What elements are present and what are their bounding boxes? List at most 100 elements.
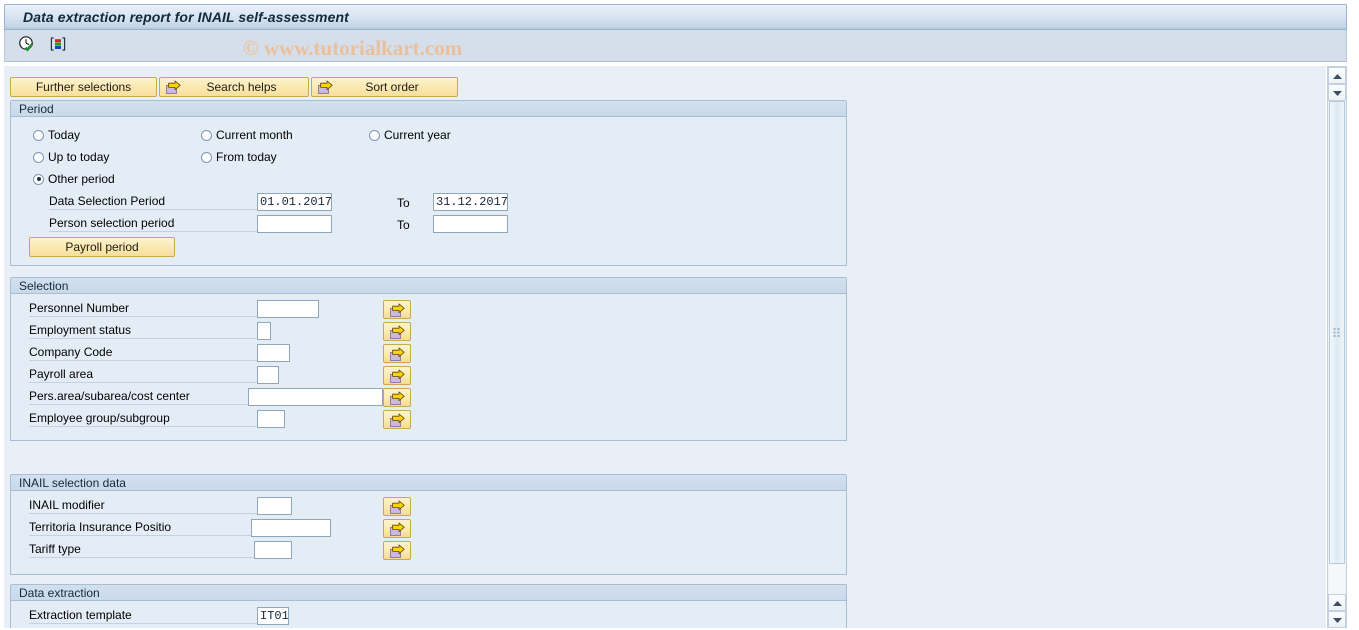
scroll-up-icon bbox=[1332, 596, 1343, 610]
multi-color-bars-icon[interactable] bbox=[49, 35, 67, 56]
radio-button bbox=[201, 151, 212, 163]
personnel-number-multiselect-button[interactable] bbox=[383, 300, 411, 319]
selection-group-header: Selection bbox=[11, 278, 846, 294]
employee-group-subgroup-label: Employee group/subgroup bbox=[29, 410, 257, 427]
pers-area-multiselect-button[interactable] bbox=[383, 388, 411, 407]
scroll-down-button-top[interactable] bbox=[1328, 84, 1346, 101]
extraction-template-input[interactable]: IT01 bbox=[257, 607, 289, 625]
vertical-scrollbar[interactable] bbox=[1327, 66, 1347, 628]
multi-selection-arrow-icon bbox=[166, 80, 181, 94]
radio-label: Current month bbox=[216, 128, 293, 142]
radio-label: Current year bbox=[384, 128, 451, 142]
payroll-area-label: Payroll area bbox=[29, 366, 257, 383]
multi-selection-arrow-icon bbox=[389, 544, 405, 558]
scrollbar-thumb[interactable] bbox=[1329, 101, 1345, 564]
sap-selection-screen: Data extraction report for INAIL self-as… bbox=[0, 0, 1359, 630]
territorial-insurance-position-label: Territoria Insurance Positio bbox=[29, 519, 251, 536]
data-extraction-group-header: Data extraction bbox=[11, 585, 846, 601]
employment-status-multiselect-button[interactable] bbox=[383, 322, 411, 341]
scroll-down-button-bottom[interactable] bbox=[1328, 611, 1346, 628]
person-selection-period-to-input[interactable] bbox=[433, 215, 508, 233]
scroll-up-button-bottom[interactable] bbox=[1328, 594, 1346, 611]
scroll-up-button-top[interactable] bbox=[1328, 67, 1346, 84]
radio-button bbox=[33, 151, 44, 163]
selection-screen-canvas: Further selections Search helps Sort ord… bbox=[4, 66, 1326, 628]
territorial-insurance-position-multiselect-button[interactable] bbox=[383, 519, 411, 538]
person-selection-period-to-label: To bbox=[397, 218, 410, 232]
pers-area-subarea-cost-center-input[interactable] bbox=[248, 388, 383, 406]
sort-order-label: Sort order bbox=[365, 80, 419, 94]
employee-group-multiselect-button[interactable] bbox=[383, 410, 411, 429]
data-extraction-group: Data extraction Extraction template IT01 bbox=[10, 584, 847, 628]
extraction-template-label: Extraction template bbox=[29, 607, 257, 624]
multi-selection-arrow-icon bbox=[389, 391, 405, 405]
multi-selection-arrow-icon bbox=[389, 347, 405, 361]
selection-group: Selection Personnel Number Employment st… bbox=[10, 277, 847, 441]
tariff-type-label: Tariff type bbox=[29, 541, 254, 558]
pers-area-subarea-cost-center-label: Pers.area/subarea/cost center bbox=[29, 388, 248, 405]
data-selection-period-to-label: To bbox=[397, 196, 410, 210]
radio-button bbox=[369, 129, 380, 141]
further-selections-label: Further selections bbox=[35, 80, 132, 94]
payroll-area-multiselect-button[interactable] bbox=[383, 366, 411, 385]
company-code-input[interactable] bbox=[257, 344, 290, 362]
inail-modifier-multiselect-button[interactable] bbox=[383, 497, 411, 516]
payroll-period-button[interactable]: Payroll period bbox=[29, 237, 175, 257]
radio-today[interactable]: Today bbox=[33, 128, 80, 142]
page-title: Data extraction report for INAIL self-as… bbox=[23, 9, 349, 25]
radio-button-selected bbox=[33, 173, 44, 185]
radio-button bbox=[201, 129, 212, 141]
scrollbar-track-lower[interactable] bbox=[1329, 564, 1345, 594]
multi-selection-arrow-icon bbox=[389, 303, 405, 317]
employment-status-label: Employment status bbox=[29, 322, 257, 339]
territorial-insurance-position-input[interactable] bbox=[251, 519, 331, 537]
radio-current-month[interactable]: Current month bbox=[201, 128, 293, 142]
data-selection-period-label: Data Selection Period bbox=[49, 193, 257, 210]
data-selection-period-to-input[interactable]: 31.12.2017 bbox=[433, 193, 508, 211]
multi-selection-arrow-icon bbox=[389, 522, 405, 536]
tariff-type-input[interactable] bbox=[254, 541, 292, 559]
multi-selection-arrow-icon bbox=[389, 369, 405, 383]
window-title-bar: Data extraction report for INAIL self-as… bbox=[4, 4, 1347, 30]
inail-modifier-label: INAIL modifier bbox=[29, 497, 257, 514]
sort-order-button[interactable]: Sort order bbox=[311, 77, 458, 97]
payroll-period-label: Payroll period bbox=[65, 240, 139, 254]
scroll-down-icon bbox=[1332, 613, 1343, 627]
company-code-multiselect-button[interactable] bbox=[383, 344, 411, 363]
window-right-margin bbox=[1347, 0, 1359, 630]
company-code-label: Company Code bbox=[29, 344, 257, 361]
radio-label: From today bbox=[216, 150, 277, 164]
multi-selection-arrow-icon bbox=[318, 80, 333, 94]
employment-status-input[interactable] bbox=[257, 322, 271, 340]
radio-other-period[interactable]: Other period bbox=[33, 172, 115, 186]
person-selection-period-from-input[interactable] bbox=[257, 215, 332, 233]
radio-current-year[interactable]: Current year bbox=[369, 128, 451, 142]
search-helps-button[interactable]: Search helps bbox=[159, 77, 309, 97]
further-selections-button[interactable]: Further selections bbox=[10, 77, 157, 97]
application-toolbar bbox=[4, 30, 1347, 62]
radio-up-to-today[interactable]: Up to today bbox=[33, 150, 109, 164]
multi-selection-arrow-icon bbox=[389, 500, 405, 514]
radio-label: Today bbox=[48, 128, 81, 142]
payroll-area-input[interactable] bbox=[257, 366, 279, 384]
scroll-down-icon bbox=[1332, 86, 1343, 100]
radio-button bbox=[33, 129, 44, 141]
radio-from-today[interactable]: From today bbox=[201, 150, 277, 164]
radio-label: Other period bbox=[48, 172, 115, 186]
scroll-up-icon bbox=[1332, 69, 1343, 83]
execute-clock-icon[interactable] bbox=[18, 35, 36, 56]
inail-modifier-input[interactable] bbox=[257, 497, 292, 515]
tariff-type-multiselect-button[interactable] bbox=[383, 541, 411, 560]
radio-label: Up to today bbox=[48, 150, 110, 164]
toolbar-button-row: Further selections Search helps Sort ord… bbox=[10, 77, 458, 97]
employee-group-subgroup-input[interactable] bbox=[257, 410, 285, 428]
multi-selection-arrow-icon bbox=[389, 325, 405, 339]
inail-selection-data-group: INAIL selection data INAIL modifier Terr… bbox=[10, 474, 847, 575]
multi-selection-arrow-icon bbox=[389, 413, 405, 427]
person-selection-period-label: Person selection period bbox=[49, 215, 257, 232]
personnel-number-label: Personnel Number bbox=[29, 300, 257, 317]
data-selection-period-from-input[interactable]: 01.01.2017 bbox=[257, 193, 332, 211]
personnel-number-input[interactable] bbox=[257, 300, 319, 318]
inail-group-header: INAIL selection data bbox=[11, 475, 846, 491]
search-helps-label: Search helps bbox=[206, 80, 277, 94]
